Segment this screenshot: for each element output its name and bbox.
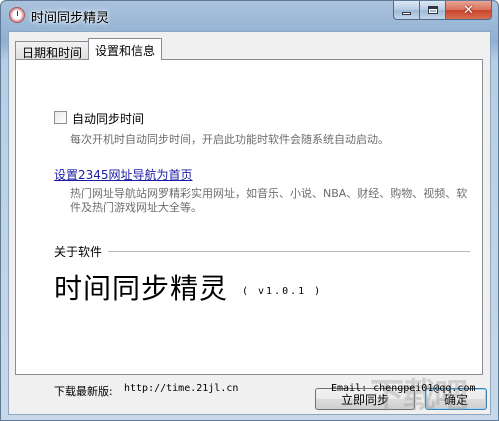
minimize-icon [402,12,411,15]
maximize-button[interactable] [420,1,446,20]
about-divider [108,251,470,252]
set-homepage-link[interactable]: 设置2345网址导航为首页 [54,166,193,183]
contact-email: Email: chengpei01@qq.com [331,383,476,394]
settings-panel: 自动同步时间 每次开机时自动同步时间，开启此功能时软件会随系统自动启动。 设置2… [15,59,483,398]
close-button[interactable]: ✕ [446,1,492,20]
auto-sync-label[interactable]: 自动同步时间 [72,110,144,127]
clock-icon [9,7,25,23]
app-window: 时间同步精灵 ✕ 日期和时间 设置和信息 自动同步时间 每次开机时自动同步时间，… [0,0,499,421]
maximize-icon [427,6,438,14]
tab-settings-info[interactable]: 设置和信息 [88,38,163,60]
auto-sync-hint: 每次开机时自动同步时间，开启此功能时软件会随系统自动启动。 [70,133,389,146]
title-bar[interactable]: 时间同步精灵 ✕ [1,1,498,31]
version-label: ( v1.0.1 ) [242,286,323,297]
app-name-title: 时间同步精灵 [54,272,229,305]
about-heading: 关于软件 [54,245,103,259]
dialog-client-area: 日期和时间 设置和信息 自动同步时间 每次开机时自动同步时间，开启此功能时软件会… [8,31,491,415]
minimize-button[interactable] [393,1,420,20]
homepage-hint: 热门网址导航站网罗精彩实用网址，如音乐、小说、NBA、财经、购物、视频、软件及热… [70,187,468,214]
close-icon: ✕ [463,2,474,18]
caption-buttons: ✕ [393,1,492,21]
window-title: 时间同步精灵 [31,11,110,26]
tab-date-time[interactable]: 日期和时间 [15,41,90,60]
auto-sync-checkbox[interactable] [54,111,67,124]
tab-strip: 日期和时间 设置和信息 [15,38,163,60]
download-label: 下载最新版: [54,385,113,398]
download-url[interactable]: http://time.21jl.cn [124,383,238,394]
